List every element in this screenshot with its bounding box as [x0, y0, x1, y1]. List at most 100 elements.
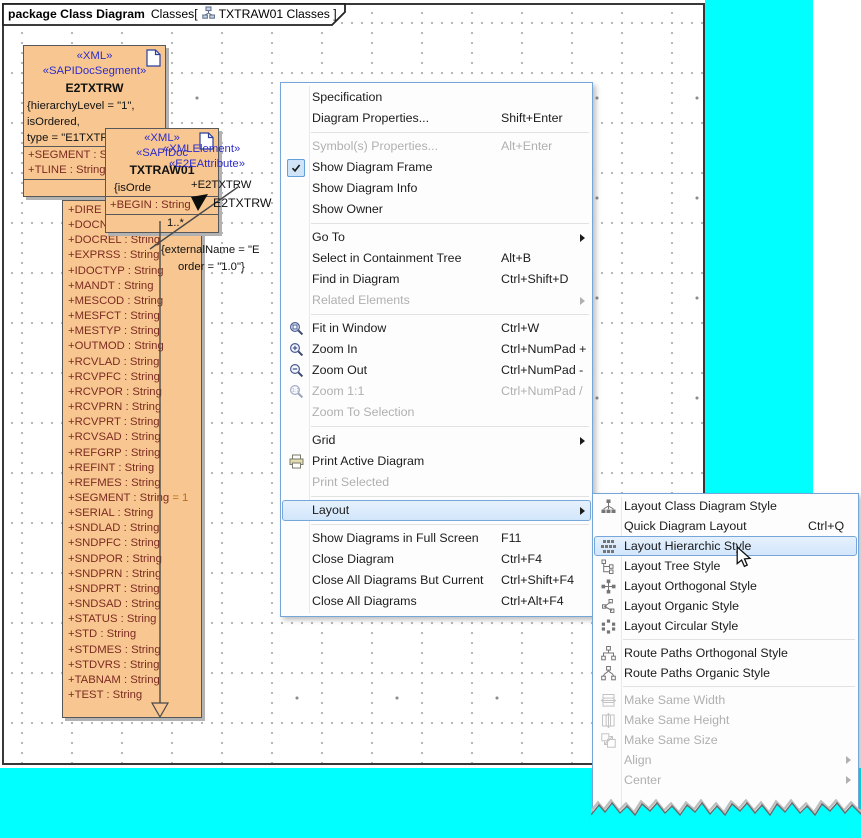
- menu-icon-empty: [283, 290, 309, 311]
- menu-item-label: Fit in Window: [312, 318, 386, 339]
- submenu-arrow-icon: [846, 776, 851, 784]
- menu-item-center[interactable]: Center: [593, 770, 858, 790]
- layout-hierarchic-style-icon: [595, 536, 621, 556]
- class-diagram-icon: [202, 6, 215, 22]
- submenu-arrow-icon: [580, 507, 585, 515]
- menu-item-layout-organic-style[interactable]: Layout Organic Style: [593, 596, 858, 616]
- attribute: +TABNAM : String: [63, 673, 201, 688]
- menu-item-show-diagram-frame[interactable]: Show Diagram Frame: [281, 157, 592, 178]
- association-stereotype: «XMLElement»: [163, 143, 240, 155]
- menu-item-symbol-s-properties[interactable]: Symbol(s) Properties...Alt+Enter: [281, 136, 592, 157]
- menu-item-route-paths-organic-style[interactable]: Route Paths Organic Style: [593, 663, 858, 683]
- menu-item-show-diagrams-in-full-screen[interactable]: Show Diagrams in Full ScreenF11: [281, 528, 592, 549]
- attribute: +MESCOD : String: [63, 294, 201, 309]
- menu-item-zoom-1-1[interactable]: 1:1Zoom 1:1Ctrl+NumPad /: [281, 381, 592, 402]
- attribute: +TEST : String: [63, 688, 201, 703]
- menu-item-label: Zoom Out: [312, 360, 367, 381]
- menu-item-shortcut: Ctrl+NumPad /: [501, 381, 583, 402]
- menu-item-make-same-size[interactable]: Make Same Size: [593, 730, 858, 750]
- menu-item-label: Route Paths Organic Style: [624, 663, 770, 683]
- print-icon: [283, 451, 309, 472]
- class-name: E2TXTRW: [24, 79, 165, 98]
- menu-item-shortcut: Ctrl+Q: [808, 516, 844, 536]
- menu-item-diagram-properties[interactable]: Diagram Properties... Shift+Enter: [281, 108, 592, 129]
- multiplicity-label: 1..*: [106, 214, 218, 232]
- tab-context-label: Classes[: [151, 7, 198, 21]
- menu-item-label: Close Diagram: [312, 549, 394, 570]
- zoom-one-to-one-icon: 1:1: [283, 381, 309, 402]
- menu-item-layout[interactable]: Layout: [281, 500, 592, 521]
- menu-item-layout-orthogonal-style[interactable]: Layout Orthogonal Style: [593, 576, 858, 596]
- menu-item-label: Close All Diagrams: [312, 591, 417, 612]
- menu-item-label: Layout Tree Style: [624, 556, 720, 576]
- layout-submenu: Layout Class Diagram StyleQuick Diagram …: [592, 493, 859, 825]
- diagram-frame-tab[interactable]: package Class Diagram Classes[ TXTRAW01 …: [2, 3, 352, 29]
- menu-item-make-same-height[interactable]: Make Same Height: [593, 710, 858, 730]
- menu-item-route-paths-orthogonal-style[interactable]: Route Paths Orthogonal Style: [593, 643, 858, 663]
- menu-icon-empty: [283, 108, 309, 129]
- menu-item-make-same-width[interactable]: Make Same Width: [593, 690, 858, 710]
- menu-icon-empty: [283, 430, 309, 451]
- attribute: +OUTMOD : String: [63, 339, 201, 354]
- menu-item-print-selected[interactable]: Print Selected: [281, 472, 592, 493]
- menu-item-label: Show Diagram Frame: [312, 157, 433, 178]
- menu-item-shortcut: Ctrl+Shift+D: [501, 269, 568, 290]
- menu-icon-empty: [283, 570, 309, 591]
- attribute: +REFINT : String: [63, 461, 201, 476]
- menu-item-align[interactable]: Align: [593, 750, 858, 770]
- attribute: +REFMES : String: [63, 476, 201, 491]
- route-paths-organic-style-icon: [595, 663, 621, 683]
- menu-item-shortcut: Ctrl+Shift+F4: [501, 570, 574, 591]
- menu-item-shortcut: Shift+Enter: [501, 108, 563, 129]
- menu-item-zoom-to-selection[interactable]: Zoom To Selection: [281, 402, 592, 423]
- attribute: +MESFCT : String: [63, 309, 201, 324]
- attribute: +REFGRP : String: [63, 446, 201, 461]
- menu-item-label: Zoom To Selection: [312, 402, 414, 423]
- submenu-arrow-icon: [846, 756, 851, 764]
- menu-item-layout-circular-style[interactable]: Layout Circular Style: [593, 616, 858, 636]
- menu-item-grid[interactable]: Grid: [281, 430, 592, 451]
- menu-item-label: Diagram Properties...: [312, 108, 429, 129]
- menu-item-label: Grid: [312, 430, 335, 451]
- menu-item-specification[interactable]: Specification: [281, 87, 592, 108]
- menu-icon-empty: [283, 528, 309, 549]
- menu-item-related-elements[interactable]: Related Elements: [281, 290, 592, 311]
- menu-item-layout-hierarchic-style[interactable]: Layout Hierarchic Style: [593, 536, 858, 556]
- menu-item-label: Center: [624, 770, 661, 790]
- menu-icon-empty: [283, 549, 309, 570]
- menu-separator: [281, 311, 592, 318]
- menu-item-quick-diagram-layout[interactable]: Quick Diagram LayoutCtrl+Q: [593, 516, 858, 536]
- menu-item-label: Show Diagrams in Full Screen: [312, 528, 479, 549]
- menu-item-show-diagram-info[interactable]: Show Diagram Info: [281, 178, 592, 199]
- make-same-width-icon: [595, 690, 621, 710]
- menu-item-find-in-diagram[interactable]: Find in DiagramCtrl+Shift+D: [281, 269, 592, 290]
- layout-organic-style-icon: [595, 596, 621, 616]
- menu-icon-empty: [283, 178, 309, 199]
- menu-item-layout-tree-style[interactable]: Layout Tree Style: [593, 556, 858, 576]
- menu-icon-empty: [283, 227, 309, 248]
- menu-item-fit-in-window[interactable]: Fit in Window Ctrl+W: [281, 318, 592, 339]
- menu-item-close-all-diagrams[interactable]: Close All Diagrams Ctrl+Alt+F4: [281, 591, 592, 612]
- menu-item-label: Show Owner: [312, 199, 383, 220]
- attribute: +RCVSAD : String: [63, 430, 201, 445]
- attribute: +SNDPFC : String: [63, 536, 201, 551]
- menu-item-go-to[interactable]: Go To: [281, 227, 592, 248]
- stereotype-label: «SAPIDocSegment»: [24, 64, 165, 79]
- menu-item-zoom-out[interactable]: Zoom OutCtrl+NumPad -: [281, 360, 592, 381]
- menu-item-zoom-in[interactable]: Zoom InCtrl+NumPad +: [281, 339, 592, 360]
- menu-item-label: Layout: [312, 500, 349, 521]
- menu-item-close-diagram[interactable]: Close DiagramCtrl+F4: [281, 549, 592, 570]
- menu-item-shortcut: Ctrl+W: [501, 318, 539, 339]
- attribute: +SERIAL : String: [63, 506, 201, 521]
- class-attribute-list[interactable]: +DIRE+DOCN+DOCREL : String+EXPRSS : Stri…: [62, 200, 202, 718]
- attribute: +SNDPRN : String: [63, 567, 201, 582]
- attribute: +MESTYP : String: [63, 324, 201, 339]
- menu-item-close-all-diagrams-but-current[interactable]: Close All Diagrams But Current Ctrl+Shift…: [281, 570, 592, 591]
- make-same-size-icon: [595, 730, 621, 750]
- menu-item-show-owner[interactable]: Show Owner: [281, 199, 592, 220]
- menu-item-layout-class-diagram-style[interactable]: Layout Class Diagram Style: [593, 496, 858, 516]
- menu-item-print-active-diagram[interactable]: Print Active Diagram: [281, 451, 592, 472]
- menu-item-label: Close All Diagrams But Current: [312, 570, 483, 591]
- menu-item-select-in-containment-tree[interactable]: Select in Containment TreeAlt+B: [281, 248, 592, 269]
- menu-item-shortcut: Ctrl+Alt+F4: [501, 591, 564, 612]
